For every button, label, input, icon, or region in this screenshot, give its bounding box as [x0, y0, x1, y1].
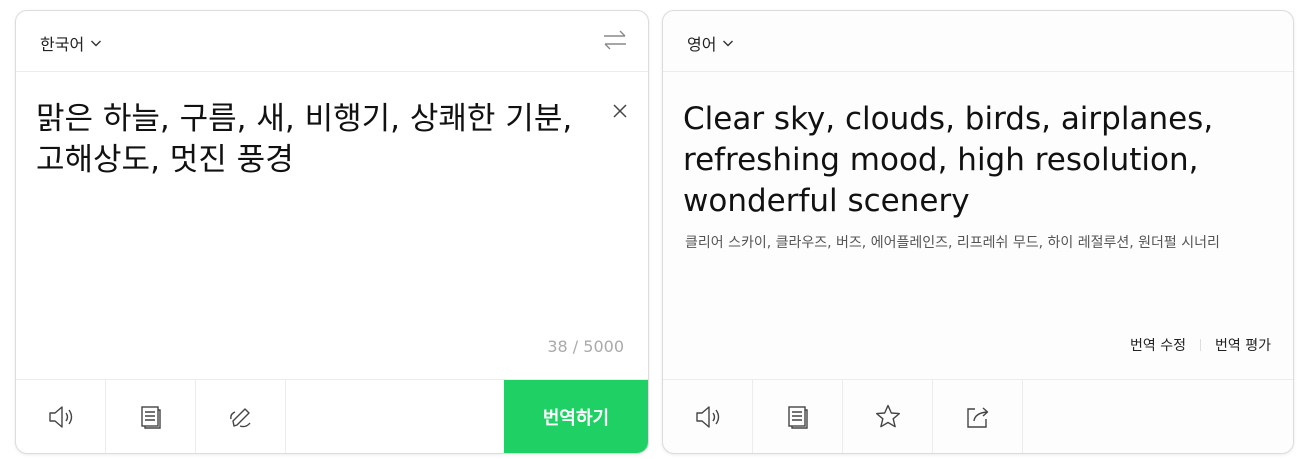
- target-language-selector[interactable]: 영어: [687, 31, 734, 55]
- source-panel: 한국어 맑은 하늘, 구름, 새, 비행기, 상쾌한 기분, 고해상도, 멋진 …: [15, 10, 649, 454]
- translation-feedback-links: 번역 수정 번역 평가: [1130, 335, 1271, 355]
- swap-languages-icon[interactable]: [602, 29, 628, 51]
- translated-text: Clear sky, clouds, birds, airplanes, ref…: [683, 101, 1214, 219]
- source-header: 한국어: [16, 11, 648, 72]
- edit-translation-link[interactable]: 번역 수정: [1130, 335, 1186, 355]
- chevron-down-icon: [91, 40, 102, 47]
- target-panel: 영어 Clear sky, clouds, birds, airplanes, …: [662, 10, 1294, 454]
- character-count: 38 / 5000: [547, 337, 624, 356]
- target-toolbar: [663, 379, 1293, 453]
- rate-translation-link[interactable]: 번역 평가: [1215, 335, 1271, 355]
- share-icon: [966, 406, 988, 428]
- target-language-label: 영어: [687, 35, 717, 54]
- source-language-label: 한국어: [40, 35, 85, 54]
- speaker-icon: [695, 405, 719, 428]
- copy-button[interactable]: [753, 380, 843, 453]
- listen-target-button[interactable]: [663, 380, 753, 453]
- document-icon: [140, 405, 161, 429]
- star-icon: [875, 404, 900, 427]
- document-icon: [787, 405, 808, 429]
- listen-source-button[interactable]: [16, 380, 106, 453]
- pen-icon: [229, 407, 251, 427]
- target-header: 영어: [663, 11, 1293, 72]
- favorite-button[interactable]: [843, 380, 933, 453]
- chevron-down-icon: [723, 40, 734, 47]
- share-button[interactable]: [933, 380, 1023, 453]
- handwriting-button[interactable]: [196, 380, 286, 453]
- dictionary-button[interactable]: [106, 380, 196, 453]
- source-text-input[interactable]: 맑은 하늘, 구름, 새, 비행기, 상쾌한 기분, 고해상도, 멋진 풍경: [36, 99, 596, 181]
- close-icon[interactable]: [612, 103, 628, 119]
- pronunciation-text: 클리어 스카이, 클라우즈, 버즈, 에어플레인즈, 리프레쉬 무드, 하이 레…: [685, 235, 1220, 251]
- divider: [1200, 339, 1202, 351]
- source-language-selector[interactable]: 한국어: [40, 31, 102, 55]
- translate-button[interactable]: 번역하기: [504, 380, 648, 453]
- speaker-icon: [48, 405, 72, 428]
